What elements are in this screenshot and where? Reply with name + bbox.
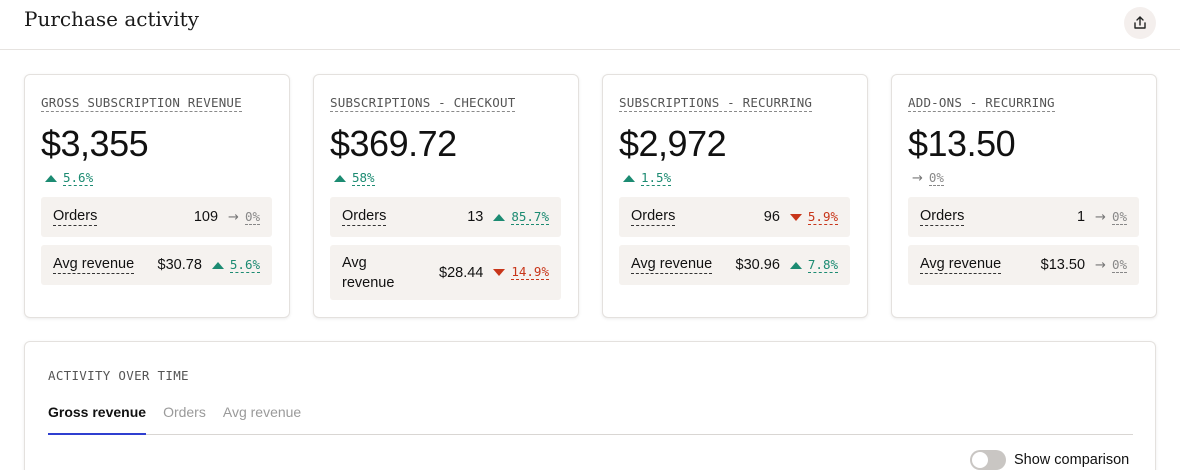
right-arrow-icon: → xyxy=(1095,257,1106,273)
stat-value: 1 xyxy=(1076,209,1086,225)
delta-percent[interactable]: 85.7% xyxy=(511,209,549,225)
delta-percent[interactable]: 58% xyxy=(352,171,375,186)
card-title[interactable]: SUBSCRIPTIONS - CHECKOUT xyxy=(330,95,516,112)
metric-card-subscriptions-checkout: SUBSCRIPTIONS - CHECKOUT $369.72 58% Ord… xyxy=(313,74,579,318)
right-arrow-icon: → xyxy=(228,209,239,225)
comparison-toggle[interactable] xyxy=(970,450,1006,470)
stat-row-avg-revenue: Avg revenue $30.96 7.8% xyxy=(619,245,850,285)
down-arrow-icon xyxy=(789,213,802,221)
stat-value: 109 xyxy=(193,209,219,225)
stat-delta: 5.9% xyxy=(789,209,838,225)
up-arrow-icon xyxy=(211,261,224,269)
stat-label[interactable]: Avg revenue xyxy=(631,256,713,274)
toggle-knob xyxy=(972,452,988,468)
stat-label[interactable]: Orders xyxy=(631,208,676,226)
stat-row-avg-revenue: Avg revenue $28.44 14.9% xyxy=(330,245,561,300)
card-value: $13.50 xyxy=(908,123,1016,164)
share-upload-icon xyxy=(1134,16,1146,29)
tab-gross-revenue[interactable]: Gross revenue xyxy=(48,402,147,435)
stat-label[interactable]: Avg revenue xyxy=(920,256,1002,274)
card-delta: 58% xyxy=(334,171,375,186)
comparison-label[interactable]: Show comparison xyxy=(1014,452,1129,468)
right-arrow-icon: → xyxy=(912,171,923,186)
stat-value: $28.44 xyxy=(439,264,484,281)
right-arrow-icon: → xyxy=(1095,209,1106,225)
panel-title: ACTIVITY OVER TIME xyxy=(48,368,189,383)
delta-percent[interactable]: 5.6% xyxy=(63,171,94,186)
stat-row-avg-revenue: Avg revenue $13.50 → 0% xyxy=(908,245,1139,285)
tab-avg-revenue[interactable]: Avg revenue xyxy=(223,402,301,435)
activity-over-time-panel: ACTIVITY OVER TIME Gross revenue Orders … xyxy=(24,341,1156,470)
stat-delta: 7.8% xyxy=(789,257,838,273)
stat-value: $30.96 xyxy=(735,257,780,273)
card-delta: 1.5% xyxy=(623,171,672,186)
delta-percent[interactable]: 0% xyxy=(1111,209,1127,225)
card-title[interactable]: SUBSCRIPTIONS - RECURRING xyxy=(619,95,813,112)
comparison-toggle-group: Show comparison xyxy=(970,450,1129,470)
card-value: $3,355 xyxy=(41,123,149,164)
delta-percent[interactable]: 5.6% xyxy=(229,257,260,273)
card-delta: → 0% xyxy=(912,171,944,186)
stat-value: $30.78 xyxy=(157,257,202,273)
stat-row-orders: Orders 13 85.7% xyxy=(330,197,561,237)
stat-value: 13 xyxy=(467,209,484,225)
stat-label[interactable]: Avg revenue xyxy=(342,253,394,293)
card-title[interactable]: GROSS SUBSCRIPTION REVENUE xyxy=(41,95,242,112)
card-title[interactable]: ADD-ONS - RECURRING xyxy=(908,95,1055,112)
card-delta: 5.6% xyxy=(45,171,94,186)
stat-delta: 85.7% xyxy=(493,209,549,225)
delta-percent[interactable]: 0% xyxy=(1111,257,1127,273)
export-button[interactable] xyxy=(1124,7,1156,39)
metric-card-add-ons-recurring: ADD-ONS - RECURRING $13.50 → 0% Orders 1… xyxy=(891,74,1157,318)
stat-row-avg-revenue: Avg revenue $30.78 5.6% xyxy=(41,245,272,285)
stat-value: 96 xyxy=(763,209,780,225)
delta-percent[interactable]: 0% xyxy=(928,171,944,186)
up-arrow-icon xyxy=(789,261,802,269)
stat-delta: → 0% xyxy=(1095,257,1127,273)
page-header: Purchase activity xyxy=(0,0,1180,50)
delta-percent[interactable]: 1.5% xyxy=(641,171,672,186)
stat-value: $13.50 xyxy=(1040,257,1086,273)
metric-card-gross-subscription-revenue: GROSS SUBSCRIPTION REVENUE $3,355 5.6% O… xyxy=(24,74,290,318)
up-arrow-icon xyxy=(334,175,346,182)
stat-delta: → 0% xyxy=(1095,209,1127,225)
card-value: $369.72 xyxy=(330,123,457,164)
delta-percent[interactable]: 0% xyxy=(244,209,260,225)
up-arrow-icon xyxy=(493,213,506,221)
stat-row-orders: Orders 109 → 0% xyxy=(41,197,272,237)
stat-row-orders: Orders 1 → 0% xyxy=(908,197,1139,237)
stat-row-orders: Orders 96 5.9% xyxy=(619,197,850,237)
activity-tabs: Gross revenue Orders Avg revenue xyxy=(48,402,1133,435)
delta-percent[interactable]: 5.9% xyxy=(807,209,838,225)
stat-delta: 14.9% xyxy=(493,265,549,280)
tab-orders[interactable]: Orders xyxy=(163,402,206,435)
down-arrow-icon xyxy=(493,269,506,276)
stat-label[interactable]: Orders xyxy=(920,208,965,226)
stat-delta: → 0% xyxy=(228,209,260,225)
stat-label[interactable]: Orders xyxy=(53,208,98,226)
card-value: $2,972 xyxy=(619,123,727,164)
up-arrow-icon xyxy=(45,175,57,182)
stat-label[interactable]: Orders xyxy=(342,208,387,226)
stat-label[interactable]: Avg revenue xyxy=(53,256,135,274)
page-title: Purchase activity xyxy=(24,7,199,31)
delta-percent[interactable]: 14.9% xyxy=(511,265,549,280)
delta-percent[interactable]: 7.8% xyxy=(807,257,838,273)
up-arrow-icon xyxy=(623,175,635,182)
stat-delta: 5.6% xyxy=(211,257,260,273)
metric-card-subscriptions-recurring: SUBSCRIPTIONS - RECURRING $2,972 1.5% Or… xyxy=(602,74,868,318)
